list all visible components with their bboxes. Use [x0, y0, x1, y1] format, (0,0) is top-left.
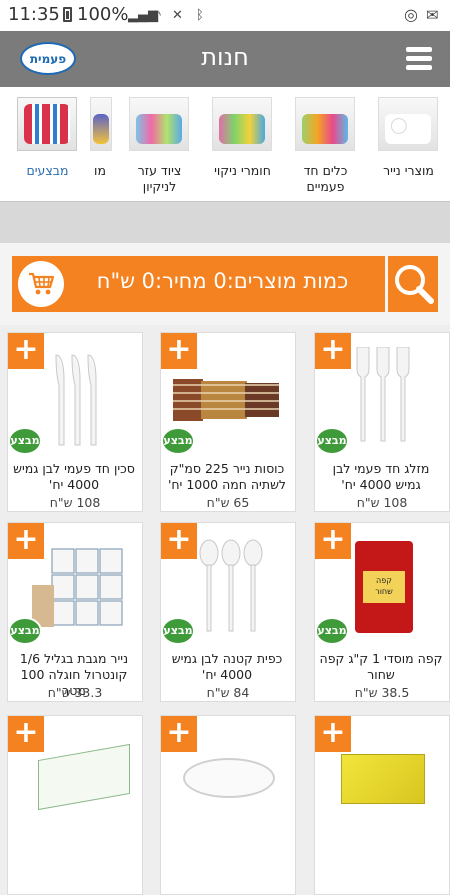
category-label: חומרי ניקוי [214, 163, 271, 178]
product-name: סכין חד פעמי לבן גמיש 4000 יח' [13, 461, 135, 492]
category-strip[interactable]: מוצרי נייר כלים חד פעמיים חומרי ניקוי צי… [0, 87, 450, 201]
sale-badge: מבצע [161, 427, 195, 455]
product-card-fork[interactable]: + מבצע מזלג חד פעמי לבן גמיש 4000 יח' 10… [314, 332, 450, 512]
add-to-cart-button[interactable]: + [315, 523, 351, 559]
partial-category-image [90, 97, 112, 151]
category-paper-products[interactable]: מוצרי נייר [367, 87, 450, 201]
cart-summary-text: כמות מוצרים:0 מחיר:0 ש"ח [96, 269, 349, 293]
product-price: 108 ש"ח [356, 495, 408, 510]
add-to-cart-button[interactable]: + [8, 333, 44, 369]
sale-badge: מבצע [315, 617, 349, 645]
product-card-teaspoon[interactable]: + מבצע כפית קטנה לבן גמיש 4000 יח' 84 ש"… [160, 522, 296, 702]
product-price: 108 ש"ח [49, 495, 101, 510]
status-bar: 11:35 100% ▂▄▆ ◠ ✕ ᛒ ◎ ✉ [0, 0, 450, 31]
product-name: קפה מוסדי 1 ק"ג קפה שחור [319, 651, 443, 682]
knives-image [55, 354, 97, 446]
cleaning-materials-image [212, 97, 272, 151]
spoons-image [199, 539, 263, 632]
cart-icon[interactable] [18, 261, 64, 307]
add-to-cart-button[interactable]: + [315, 716, 351, 752]
product-name: כפית קטנה לבן גמיש 4000 יח' [171, 651, 283, 682]
sales-category-image [17, 97, 77, 151]
product-price: 38.5 ש"ח [354, 685, 410, 700]
mute-icon: ✕ [172, 8, 183, 23]
wifi-icon: ◠ [150, 8, 162, 23]
product-price: 33.3 ש"ח [47, 685, 103, 700]
search-icon [395, 265, 434, 304]
add-to-cart-button[interactable]: + [315, 333, 351, 369]
product-name: מזלג חד פעמי לבן גמיש 4000 יח' [332, 461, 430, 492]
product-card-napkins[interactable]: + [7, 715, 143, 895]
product-price: 84 ש"ח [206, 685, 250, 700]
paper-products-image [378, 97, 438, 151]
product-card-paper-towel[interactable]: + מבצע נייר מגבת בגליל 1/6 קונטרול חוגלה… [7, 522, 143, 702]
category-cleaning-equipment[interactable]: ציוד עזר לניקיון [118, 87, 201, 201]
sale-badge: מבצע [8, 427, 42, 455]
product-card-paper-cups[interactable]: + מבצע כוסות נייר 225 סמ"ק לשתיה חמה 100… [160, 332, 296, 512]
forks-image [356, 347, 410, 442]
category-label: ציוד עזר לניקיון [137, 163, 182, 194]
add-to-cart-button[interactable]: + [161, 333, 197, 369]
category-sales[interactable]: מבצעים [6, 87, 89, 201]
category-label: מבצעים [26, 163, 69, 178]
product-card-plate[interactable]: + [160, 715, 296, 895]
cleaning-equipment-image [129, 97, 189, 151]
category-cleaning-materials[interactable]: חומרי ניקוי [201, 87, 284, 201]
product-card-coffee[interactable]: + קפה שחור מבצע קפה מוסדי 1 ק"ג קפה שחור… [314, 522, 450, 702]
product-name: כוסות נייר 225 סמ"ק לשתיה חמה 1000 יח' [167, 461, 287, 492]
filter-bar [0, 201, 450, 243]
disposable-dishes-image [295, 97, 355, 151]
sale-badge: מבצע [161, 617, 195, 645]
cart-summary-bar[interactable]: כמות מוצרים:0 מחיר:0 ש"ח [12, 256, 385, 312]
product-card-yellow-sponge[interactable]: + [314, 715, 450, 895]
bluetooth-icon: ᛒ [196, 8, 204, 23]
sync-icon: ◎ [404, 5, 418, 24]
sale-badge: מבצע [8, 617, 42, 645]
coffee-package-image: קפה שחור [355, 541, 413, 633]
app-header: פעמית חנות [0, 31, 450, 87]
product-card-knife[interactable]: + מבצע סכין חד פעמי לבן גמיש 4000 יח' 10… [7, 332, 143, 512]
napkins-image [38, 743, 130, 811]
page-title: חנות [201, 43, 249, 71]
menu-icon[interactable] [406, 47, 432, 71]
plate-image [183, 758, 275, 798]
battery-percent: 100% [77, 4, 129, 25]
search-button[interactable] [388, 256, 438, 312]
coffee-package-label: קפה שחור [363, 571, 405, 603]
paper-cups-image [173, 379, 279, 421]
add-to-cart-button[interactable]: + [161, 716, 197, 752]
sale-badge: מבצע [315, 427, 349, 455]
mail-icon: ✉ [426, 6, 439, 24]
product-grid: + מבצע מזלג חד פעמי לבן גמיש 4000 יח' 10… [0, 325, 450, 895]
battery-icon [63, 7, 72, 22]
category-disposable-dishes[interactable]: כלים חד פעמיים [284, 87, 367, 201]
status-time: 11:35 [8, 4, 60, 25]
add-to-cart-button[interactable]: + [161, 523, 197, 559]
add-to-cart-button[interactable]: + [8, 716, 44, 752]
category-label: כלים חד פעמיים [303, 163, 348, 194]
category-label: מוצרי נייר [383, 163, 434, 178]
sponge-image [341, 754, 425, 804]
paper-rolls-image [32, 548, 123, 627]
product-price: 65 ש"ח [206, 495, 250, 510]
